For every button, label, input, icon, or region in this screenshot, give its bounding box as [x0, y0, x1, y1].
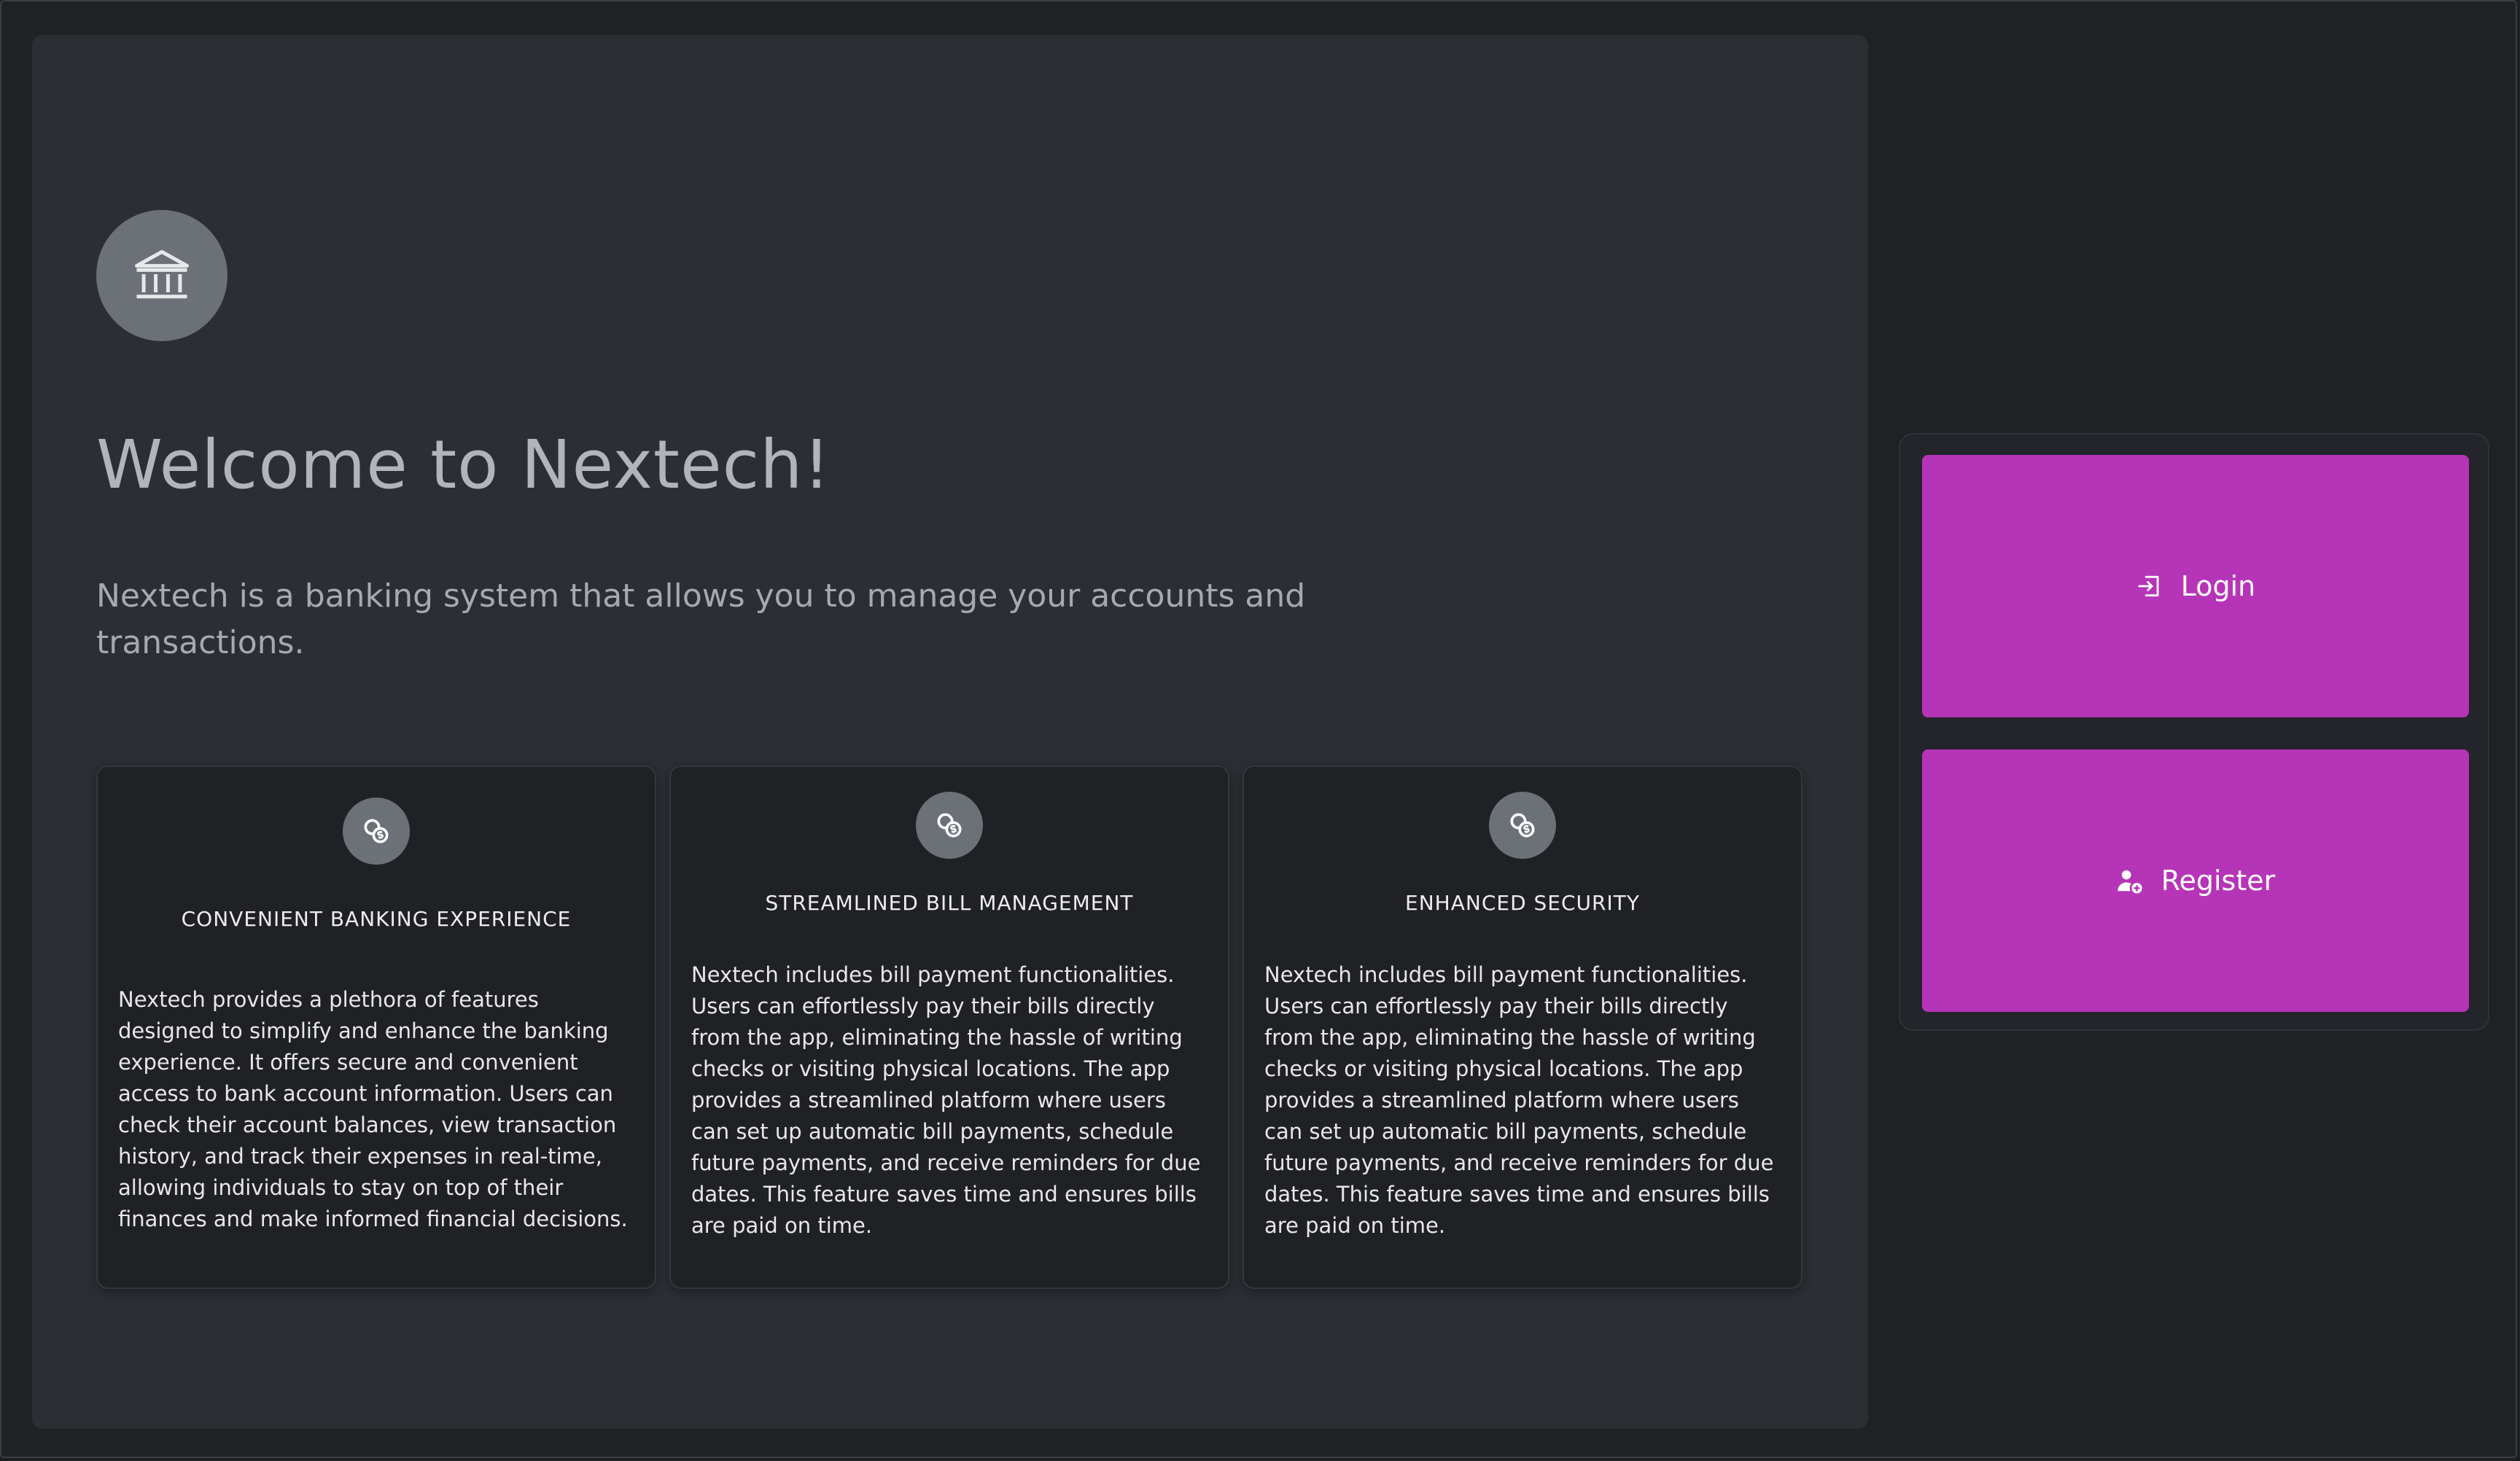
bank-icon — [135, 249, 189, 299]
register-button[interactable]: Register — [1922, 749, 2469, 1012]
coins-icon — [937, 813, 962, 838]
feature-description: Nextech includes bill payment functional… — [691, 962, 1201, 1238]
feature-description: Nextech provides a plethora of features … — [118, 987, 628, 1231]
welcome-panel: Welcome to Nextech! Nextech is a banking… — [32, 35, 1868, 1429]
feature-cards: CONVENIENT BANKING EXPERIENCE Nextech pr… — [96, 765, 1836, 1289]
feature-card-banking: CONVENIENT BANKING EXPERIENCE Nextech pr… — [96, 765, 656, 1289]
feature-icon-circle — [343, 798, 410, 865]
login-icon — [2136, 572, 2163, 600]
auth-panel: Login Register — [1899, 433, 2489, 1031]
feature-icon-circle — [1489, 792, 1556, 859]
bank-logo — [96, 210, 228, 341]
coins-icon — [364, 819, 389, 844]
feature-card-bills: STREAMLINED BILL MANAGEMENT Nextech incl… — [669, 765, 1229, 1289]
feature-icon-circle — [916, 792, 983, 859]
feature-card-security: ENHANCED SECURITY Nextech includes bill … — [1242, 765, 1802, 1289]
feature-title: STREAMLINED BILL MANAGEMENT — [765, 891, 1134, 915]
login-button[interactable]: Login — [1922, 455, 2469, 717]
feature-title: CONVENIENT BANKING EXPERIENCE — [181, 907, 572, 931]
page-description: Nextech is a banking system that allows … — [96, 577, 1306, 661]
app-window: Welcome to Nextech! Nextech is a banking… — [0, 0, 2517, 1458]
feature-title: ENHANCED SECURITY — [1405, 891, 1640, 915]
user-plus-icon — [2116, 867, 2144, 895]
register-label: Register — [2161, 865, 2276, 897]
feature-description: Nextech includes bill payment functional… — [1264, 962, 1774, 1238]
page-title: Welcome to Nextech! — [96, 426, 831, 504]
coins-icon — [1510, 813, 1535, 838]
login-label: Login — [2180, 570, 2256, 602]
